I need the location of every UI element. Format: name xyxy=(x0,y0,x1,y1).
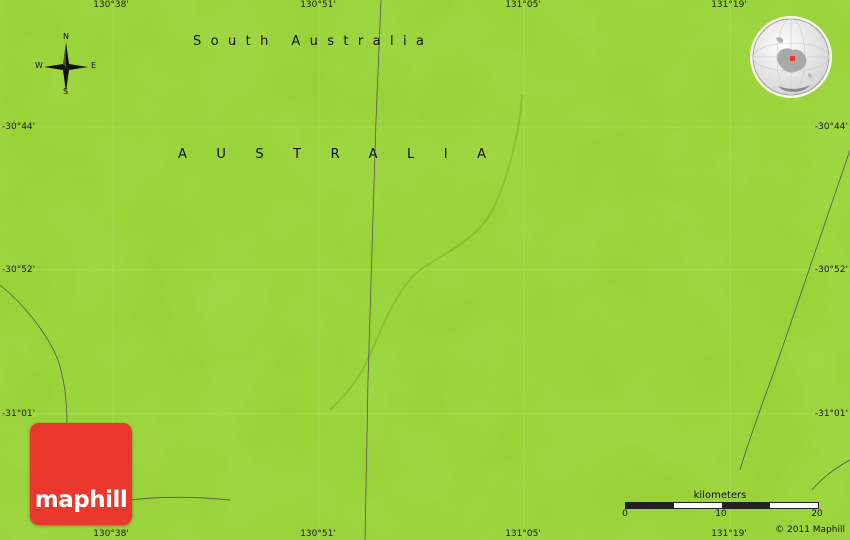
longitude-label: 131°05' xyxy=(505,0,541,10)
compass-north: N xyxy=(63,32,69,41)
globe-locator-icon xyxy=(748,14,834,100)
maphill-logo[interactable]: maphill xyxy=(30,423,132,525)
compass-south: S xyxy=(63,87,69,96)
longitude-label: 131°05' xyxy=(505,529,541,539)
region-label: South Australia xyxy=(193,34,434,49)
longitude-label: 130°38' xyxy=(93,529,129,539)
latitude-label: -31°01' xyxy=(2,409,36,419)
copyright-text: © 2011 Maphill xyxy=(775,525,845,535)
longitude-label: 131°19' xyxy=(711,0,747,10)
latitude-label: -30°44' xyxy=(2,122,36,132)
country-label: AUSTRALIA xyxy=(178,147,516,162)
latitude-label: -31°01' xyxy=(814,409,848,419)
latitude-label: -30°44' xyxy=(814,122,848,132)
scale-tick: 10 xyxy=(715,509,727,519)
longitude-label: 130°38' xyxy=(93,0,129,10)
scale-bar-graphic xyxy=(625,502,819,509)
longitude-label: 130°51' xyxy=(300,0,336,10)
latitude-label: -30°52' xyxy=(814,265,848,275)
scale-bar: kilometers 0 10 20 xyxy=(620,490,825,524)
scale-tick: 20 xyxy=(811,509,823,519)
latitude-label: -30°52' xyxy=(2,265,36,275)
longitude-label: 130°51' xyxy=(300,529,336,539)
compass-east: E xyxy=(91,61,97,70)
compass-west: W xyxy=(35,61,43,70)
scale-title: kilometers xyxy=(693,490,747,501)
compass-rose-icon: N S W E xyxy=(30,32,102,102)
longitude-label: 131°19' xyxy=(711,529,747,539)
scale-tick: 0 xyxy=(622,509,628,519)
logo-text: maphill xyxy=(34,487,128,513)
